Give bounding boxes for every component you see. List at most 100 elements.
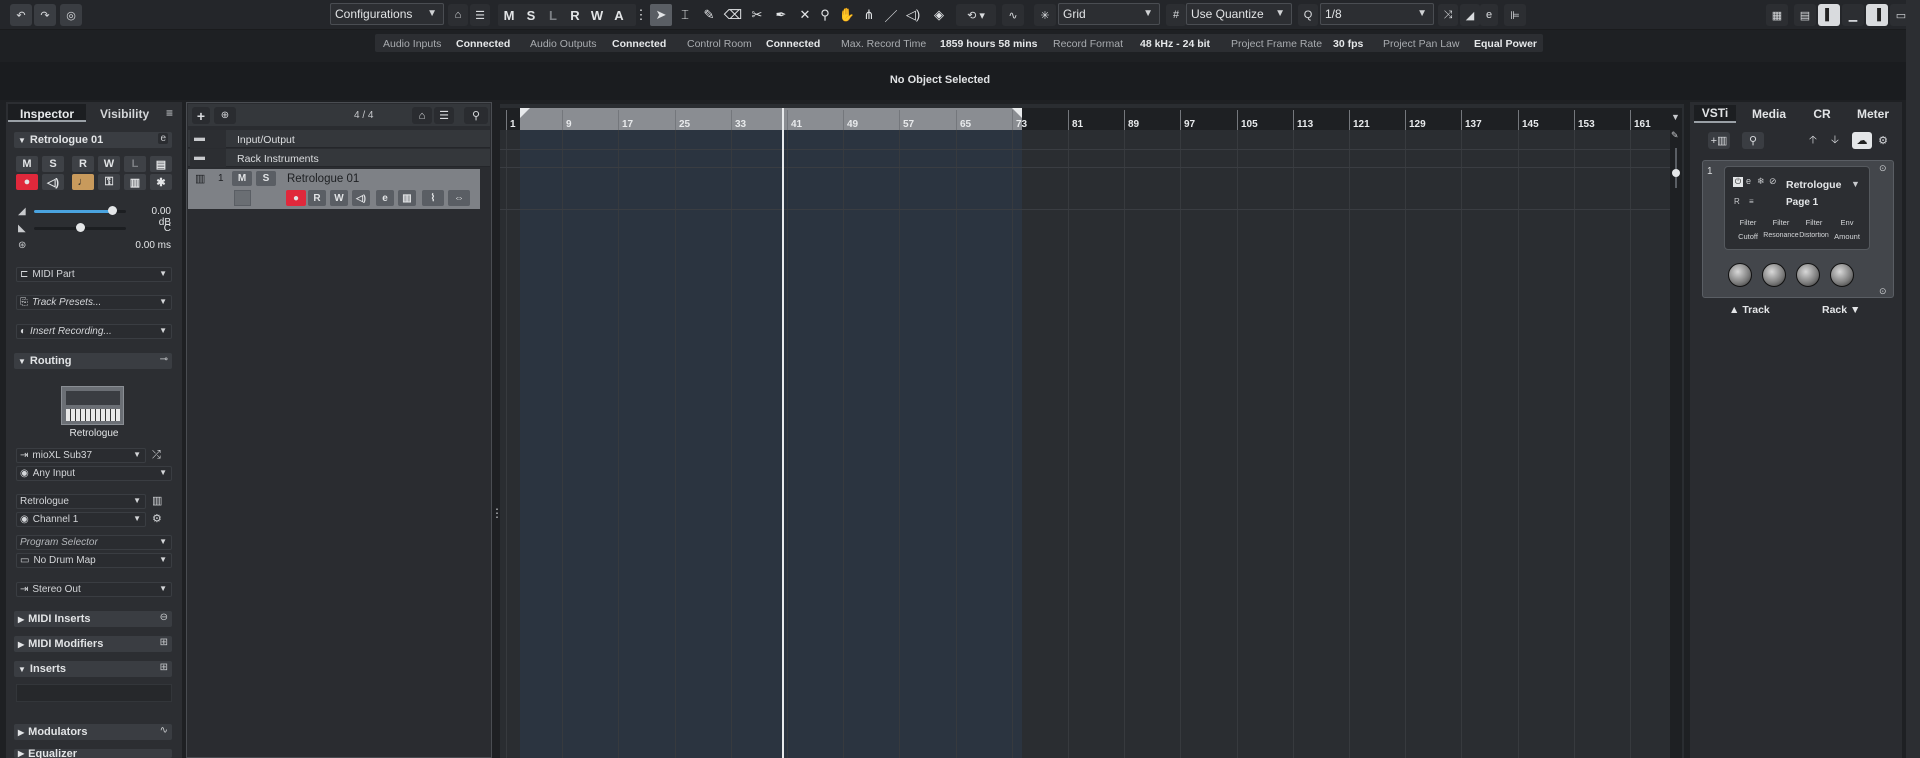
equalizer-section[interactable]: ▶ Equalizer (14, 749, 172, 758)
qc-knob[interactable] (1762, 263, 1786, 287)
routing-section-header[interactable]: ▼ Routing ⊸ (14, 353, 172, 369)
mute-x-icon[interactable]: ✕ (794, 4, 816, 26)
record-enable-button[interactable]: ● (16, 174, 38, 190)
track-read-button[interactable]: R (308, 190, 326, 206)
midi-part-selector[interactable]: ⊏ MIDI Part ▼ (16, 267, 172, 282)
quick-controls-icon[interactable]: ☁ (1852, 132, 1872, 149)
tab-meter[interactable]: Meter (1848, 105, 1898, 123)
move-up-icon[interactable]: 🡡 (1804, 132, 1822, 149)
monitor-icon[interactable]: ◁) (42, 174, 64, 190)
drum-map-selector[interactable]: ▭ No Drum Map ▼ (16, 553, 172, 568)
hand-icon[interactable]: ✋ (836, 4, 858, 26)
solo-mode-button[interactable]: S (520, 4, 542, 26)
audio-outputs-value[interactable]: Connected (612, 38, 666, 50)
bypass-icon[interactable]: ⊞ (160, 662, 168, 673)
instrument-power-icon[interactable]: ⏻ (1733, 177, 1743, 187)
scroll-down-icon[interactable]: ▼ (1671, 112, 1680, 122)
zoom-icon[interactable]: ⚲ (814, 4, 836, 26)
inspector-track-header[interactable]: ▼ Retrologue 01 e (14, 132, 172, 148)
control-room-value[interactable]: Connected (766, 38, 820, 50)
modulators-section[interactable]: ▶ Modulators ∿ (14, 724, 172, 740)
edit-instrument-icon[interactable]: e (158, 133, 168, 144)
record-format-value[interactable]: 48 kHz - 24 bit (1140, 38, 1210, 50)
split-scissors-icon[interactable]: ✂ (746, 4, 768, 26)
pan-slider-handle[interactable] (76, 223, 85, 232)
qc-page[interactable]: Page 1 (1786, 197, 1818, 208)
tab-inspector[interactable]: Inspector (8, 104, 86, 122)
object-selection-icon[interactable]: ➤ (650, 4, 672, 26)
instrument-thumbnail[interactable] (61, 386, 124, 425)
reset-icon[interactable]: e (1480, 4, 1498, 26)
auto-scroll-icon[interactable]: ∿ (1002, 4, 1024, 26)
drag-handle-icon[interactable]: ⋮ (635, 4, 648, 26)
track-record-button[interactable]: ● (286, 190, 306, 206)
list-icon[interactable]: ☰ (470, 4, 490, 26)
inserts-section[interactable]: ▼ Inserts ⊞ (14, 661, 172, 677)
undo-icon[interactable]: ↶ (10, 4, 32, 26)
track-mute-button[interactable]: M (232, 171, 252, 186)
pencil-icon[interactable]: ✎ (698, 4, 720, 26)
track-solo-button[interactable]: S (256, 171, 276, 186)
snap-icon[interactable]: ✳ (1034, 4, 1056, 26)
eraser-icon[interactable]: ⌫ (722, 4, 744, 26)
window-edge-scrollbar[interactable] (1906, 0, 1920, 758)
grid-icon[interactable]: # (1166, 4, 1186, 26)
add-folder-button[interactable]: ⊕ (214, 107, 236, 124)
lanes-icon[interactable]: ▥ (124, 174, 146, 190)
channel-selector[interactable]: ◉ Channel 1 ▼ (16, 512, 146, 527)
channel-settings-icon[interactable]: ⚙ (152, 512, 162, 525)
window-layout-icon[interactable]: ▦ (1766, 4, 1788, 26)
track-monitor-icon[interactable]: ◁) (352, 190, 370, 206)
qc-knob[interactable] (1796, 263, 1820, 287)
tab-media[interactable]: Media (1744, 105, 1794, 123)
folder-track-row[interactable] (188, 130, 490, 148)
home-icon[interactable]: ⌂ (448, 4, 468, 26)
configurations-dropdown[interactable]: Configurations ▼ (330, 3, 444, 25)
speaker-icon[interactable]: ◁) (902, 4, 924, 26)
track-list-divider[interactable] (492, 102, 500, 758)
quantize-icon[interactable]: Q (1298, 4, 1318, 26)
read-mode-button[interactable]: R (564, 4, 586, 26)
track-keyboard-icon[interactable]: ▥ (398, 190, 416, 206)
bypass-icon[interactable]: ⊖ (160, 612, 168, 623)
track-write-button[interactable]: W (330, 190, 348, 206)
qc-knob[interactable] (1728, 263, 1752, 287)
qc-knob[interactable] (1830, 263, 1854, 287)
track-lanes-icon[interactable]: ⇔ (448, 190, 470, 206)
quantize-mode-dropdown[interactable]: Use Quantize ▼ (1186, 3, 1292, 25)
program-selector[interactable]: Program Selector ▼ (16, 535, 172, 550)
insert-slot[interactable] (16, 684, 172, 702)
pan-law-value[interactable]: Equal Power (1474, 38, 1537, 50)
listen-mode-button[interactable]: L (542, 4, 564, 26)
inspector-edit-icon[interactable]: ▤ (150, 156, 172, 172)
left-zone-show-icon[interactable]: ▌ (1818, 4, 1840, 26)
instrument-edit-icon[interactable]: e (1746, 176, 1751, 186)
inspector-menu-icon[interactable]: ≡ (166, 106, 173, 120)
write-mode-button[interactable]: W (586, 4, 608, 26)
bypass-icon[interactable]: ⊞ (160, 637, 168, 648)
input-routing-selector[interactable]: ⇥ mioXL Sub37 ▼ (16, 448, 146, 463)
track-qc-toggle[interactable]: ▲ Track (1729, 304, 1770, 316)
snap-type-dropdown[interactable]: Grid ▼ (1058, 3, 1160, 25)
range-selection-icon[interactable]: ⌶ (674, 4, 696, 26)
max-record-time-value[interactable]: 1859 hours 58 mins (940, 38, 1037, 50)
stereo-out-selector[interactable]: ⇥ Stereo Out ▼ (16, 582, 172, 597)
align-icon[interactable]: ⊫ (1504, 4, 1526, 26)
pan-value[interactable]: C (150, 223, 171, 234)
volume-slider-handle[interactable] (108, 206, 117, 215)
history-icon[interactable]: ◎ (60, 4, 82, 26)
inspector-write-button[interactable]: W (98, 156, 120, 172)
left-zone-toggle-icon[interactable]: ▤ (1794, 4, 1816, 26)
left-locator-icon[interactable] (520, 108, 530, 118)
track-automation-icon[interactable]: ⌇ (422, 190, 444, 206)
vertical-scrollbar[interactable] (1670, 108, 1682, 758)
right-locator-icon[interactable] (1012, 108, 1022, 118)
track-presets-selector[interactable]: ⎘ Track Presets... ▼ (16, 295, 172, 310)
track-color-swatch[interactable] (234, 190, 251, 206)
nudge-dropdown[interactable]: ⟲ ▾ (956, 4, 996, 26)
add-track-button[interactable]: + (192, 107, 210, 124)
folder-track-row[interactable] (188, 149, 490, 167)
inspector-solo-button[interactable]: S (42, 156, 64, 172)
inspector-read-button[interactable]: R (72, 156, 94, 172)
midi-inserts-section[interactable]: ▶ MIDI Inserts ⊖ (14, 611, 172, 627)
